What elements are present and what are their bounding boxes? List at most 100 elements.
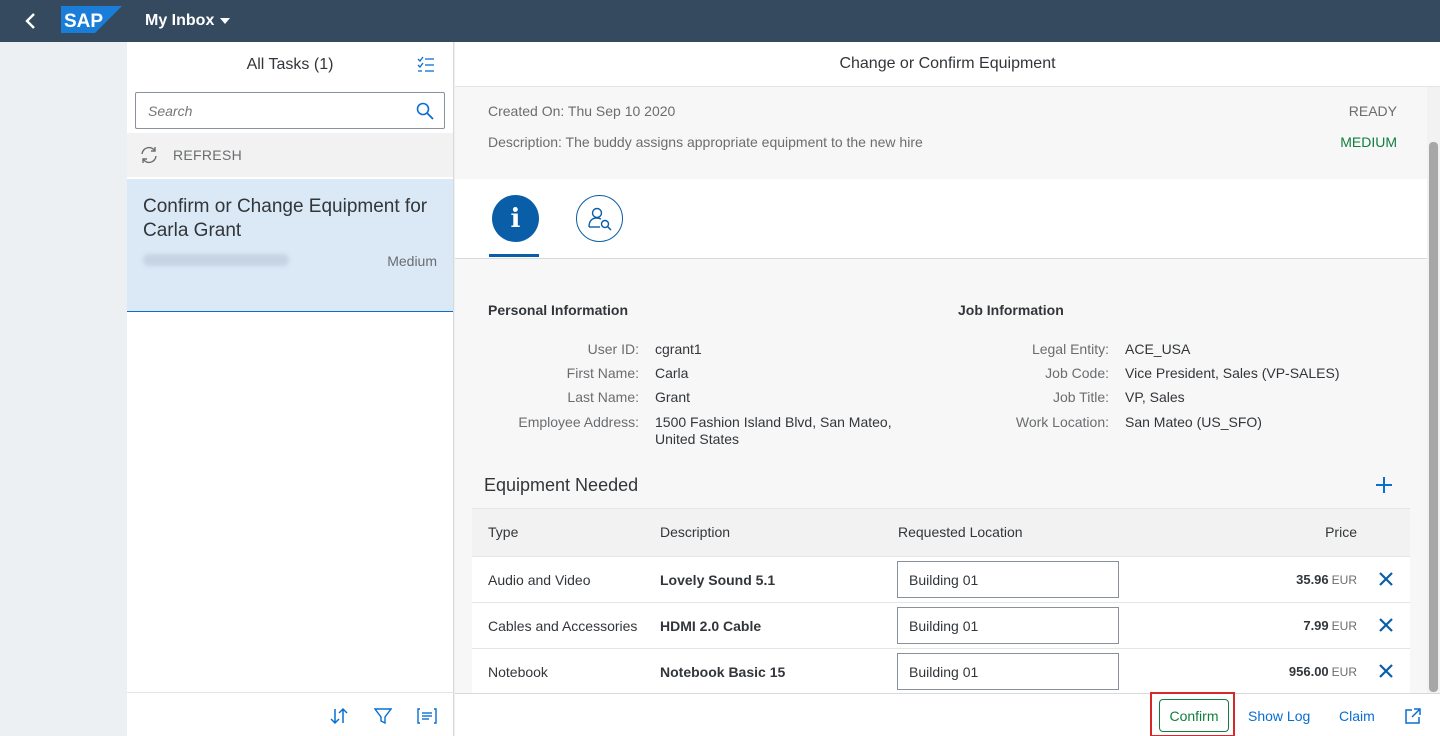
work-location-label: Work Location:: [1015, 414, 1109, 430]
row-price: 35.96 EUR: [1296, 572, 1357, 587]
show-log-button[interactable]: Show Log: [1248, 708, 1310, 724]
group-button[interactable]: [416, 705, 438, 727]
created-on: Created On: Thu Sep 10 2020: [488, 103, 676, 119]
last-name-label: Last Name:: [567, 389, 639, 405]
tab-people[interactable]: [576, 195, 623, 242]
delete-icon[interactable]: [1378, 571, 1394, 587]
info-icon: i: [510, 203, 521, 234]
master-header: All Tasks (1): [127, 42, 453, 87]
address-line2: United States: [655, 431, 740, 447]
info-tab-content: Personal Information User ID: cgrant1 Fi…: [455, 260, 1427, 695]
priority-text: MEDIUM: [1340, 134, 1397, 150]
job-code-value: Vice President, Sales (VP-SALES): [1125, 365, 1340, 381]
detail-scrollbar[interactable]: [1427, 87, 1440, 693]
address-line1: 1500 Fashion Island Blvd, San Mateo,: [655, 414, 892, 430]
task-description: Description: The buddy assigns appropria…: [488, 134, 923, 150]
price-currency: EUR: [1331, 619, 1357, 633]
col-description: Description: [660, 524, 731, 540]
job-title-value: VP, Sales: [1125, 389, 1185, 405]
scrollbar-thumb[interactable]: [1429, 142, 1438, 692]
equipment-table: Type Description Requested Location Pric…: [472, 508, 1410, 695]
open-external-icon[interactable]: [1404, 707, 1422, 725]
job-title-label: Job Title:: [1052, 389, 1109, 405]
row-price: 956.00 EUR: [1289, 664, 1357, 679]
legal-entity-value: ACE_USA: [1125, 341, 1191, 357]
detail-title: Change or Confirm Equipment: [455, 42, 1440, 87]
price-currency: EUR: [1331, 665, 1357, 679]
sort-icon: [330, 707, 348, 725]
location-input[interactable]: [897, 653, 1119, 690]
detail-footer: Confirm Show Log Claim: [455, 692, 1440, 736]
table-header: Type Description Requested Location Pric…: [472, 508, 1410, 557]
search-field: [135, 92, 445, 129]
task-title: Confirm or Change Equipment for Carla Gr…: [143, 196, 428, 241]
row-type: Audio and Video: [488, 572, 591, 588]
col-price: Price: [1325, 524, 1357, 540]
chevron-left-icon: [25, 13, 35, 29]
legal-entity-label: Legal Entity:: [1031, 341, 1109, 357]
search-input[interactable]: [136, 93, 406, 128]
row-description: HDMI 2.0 Cable: [660, 618, 762, 634]
user-id-value: cgrant1: [655, 341, 702, 357]
task-list-item[interactable]: Confirm or Change Equipment for Carla Gr…: [127, 179, 453, 312]
row-type: Notebook: [488, 664, 548, 680]
col-type: Type: [488, 524, 519, 540]
refresh-button[interactable]: REFRESH: [127, 133, 453, 177]
filter-button[interactable]: [372, 705, 394, 727]
first-name-value: Carla: [655, 365, 689, 381]
tab-info[interactable]: i: [492, 195, 539, 242]
app-title-menu[interactable]: My Inbox: [145, 0, 231, 42]
claim-button[interactable]: Claim: [1339, 708, 1375, 724]
confirm-button[interactable]: Confirm: [1159, 699, 1229, 732]
multi-select-icon[interactable]: [417, 56, 435, 74]
row-description: Notebook Basic 15: [660, 664, 786, 680]
icon-tab-bar: i: [455, 179, 1427, 259]
back-button[interactable]: [0, 0, 62, 42]
location-input[interactable]: [897, 607, 1119, 644]
location-input[interactable]: [897, 561, 1119, 598]
add-icon[interactable]: [1373, 474, 1395, 496]
job-info-title: Job Information: [958, 302, 1064, 318]
price-amount: 35.96: [1296, 572, 1329, 587]
col-location: Requested Location: [898, 524, 1023, 540]
status-text: READY: [1348, 103, 1397, 119]
refresh-icon: [141, 146, 157, 164]
tab-selected-indicator: [489, 254, 539, 257]
filter-icon: [374, 708, 392, 725]
user-id-label: User ID:: [587, 341, 639, 357]
detail-panel: Change or Confirm Equipment Created On: …: [455, 42, 1440, 736]
price-amount: 956.00: [1288, 664, 1329, 679]
caret-down-icon: [220, 18, 231, 24]
equipment-title: Equipment Needed: [484, 475, 639, 495]
redacted-email: [143, 254, 289, 266]
last-name-value: Grant: [655, 389, 691, 405]
sort-button[interactable]: [328, 705, 350, 727]
address-label: Employee Address:: [518, 414, 639, 430]
table-row: Notebook Notebook Basic 15 956.00EUR: [472, 649, 1410, 695]
price-amount: 7.99: [1303, 618, 1329, 633]
master-panel: All Tasks (1) REFRESH Confirm or Change …: [127, 42, 454, 736]
group-icon: [417, 708, 437, 724]
master-footer: [127, 692, 453, 736]
row-price: 7.99 EUR: [1303, 618, 1357, 633]
table-row: Audio and Video Lovely Sound 5.1 35.96EU…: [472, 557, 1410, 603]
row-type: Cables and Accessories: [488, 618, 638, 634]
person-search-icon: [587, 207, 612, 231]
all-tasks-title: All Tasks (1): [246, 55, 334, 73]
sap-logo: SAP: [61, 6, 122, 33]
delete-icon[interactable]: [1378, 617, 1394, 633]
refresh-label: REFRESH: [173, 147, 242, 163]
work-location-value: San Mateo (US_SFO): [1125, 414, 1262, 430]
delete-icon[interactable]: [1378, 663, 1394, 679]
shell-bar: SAP My Inbox: [0, 0, 1440, 42]
first-name-label: First Name:: [566, 365, 639, 381]
row-description: Lovely Sound 5.1: [660, 572, 776, 588]
job-code-label: Job Code:: [1045, 365, 1109, 381]
task-priority: Medium: [387, 253, 437, 269]
search-icon[interactable]: [416, 102, 434, 120]
table-row: Cables and Accessories HDMI 2.0 Cable 7.…: [472, 603, 1410, 649]
svg-text:SAP: SAP: [64, 11, 103, 32]
price-currency: EUR: [1331, 573, 1357, 587]
personal-info-title: Personal Information: [488, 302, 629, 318]
object-header: Created On: Thu Sep 10 2020 Description:…: [455, 87, 1427, 179]
